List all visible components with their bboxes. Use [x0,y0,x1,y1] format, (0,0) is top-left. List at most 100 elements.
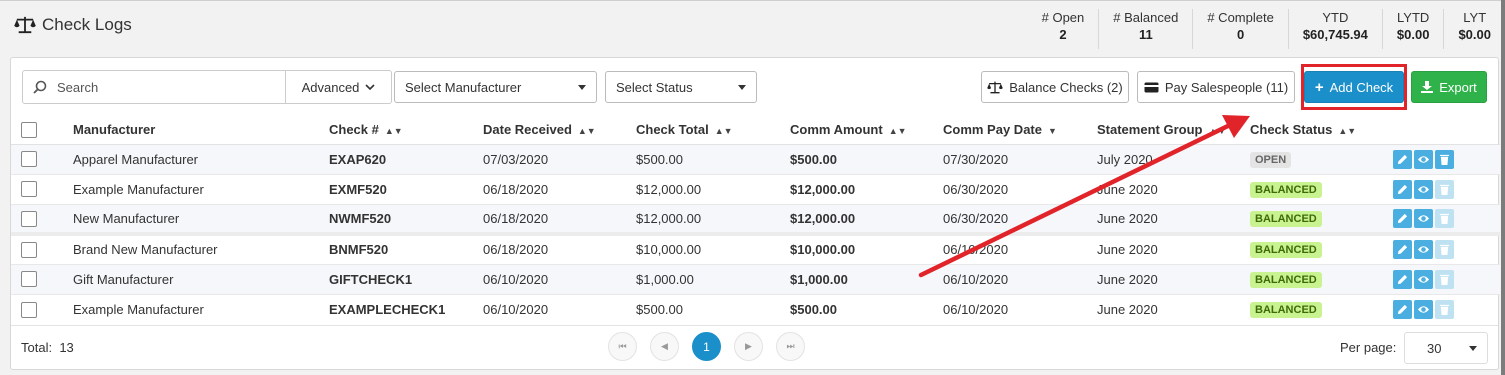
view-button[interactable] [1414,149,1433,169]
manufacturer-select[interactable]: Select Manufacturer [394,71,597,103]
table-row[interactable]: Gift Manufacturer GIFTCHECK1 06/10/2020 … [11,263,1500,294]
cell-actions [1365,293,1500,324]
add-check-label: Add Check [1329,79,1394,95]
table-row[interactable]: Example Manufacturer EXAMPLECHECK1 06/10… [11,293,1500,324]
caret-down-icon [1469,345,1477,351]
cell-check-total: $500.00 [626,143,780,174]
advanced-search-button[interactable]: Advanced [285,71,391,103]
stat-value: 0 [1236,27,1245,42]
per-page-select[interactable]: 30 [1404,332,1488,364]
edit-button[interactable] [1393,179,1412,199]
row-select-cell [11,203,63,234]
prev-page-button[interactable]: ◀ [650,332,679,361]
view-button[interactable] [1414,299,1433,319]
cell-status: BALANCED [1240,232,1365,264]
trash-icon [1439,274,1450,285]
trash-icon [1439,154,1450,165]
cell-check-number: NWMF520 [319,203,473,234]
view-button[interactable] [1414,269,1433,289]
cell-comm-amount: $1,000.00 [780,263,933,294]
last-page-button[interactable]: ⏭ [776,332,805,361]
col-comm-pay-date[interactable]: Comm Pay Date ▼ [933,116,1087,145]
total-value: 13 [59,340,74,355]
table-footer: Total: 13 ⏮ ◀ 1 ▶ ⏭ Per page: 30 [11,325,1498,369]
edit-button[interactable] [1393,240,1412,260]
stat-label: # Open [1041,10,1085,25]
row-checkbox[interactable] [21,210,37,227]
delete-button [1435,208,1454,228]
export-button[interactable]: Export [1411,71,1487,103]
table-row[interactable]: Brand New Manufacturer BNMF520 06/18/202… [11,232,1500,264]
sort-desc-icon: ▼ [1047,125,1057,136]
col-check-total[interactable]: Check Total ▲▼ [626,116,780,145]
cell-comm-pay-date: 06/10/2020 [933,263,1087,294]
cell-status: OPEN [1240,143,1365,174]
table-row[interactable]: Example Manufacturer EXMF520 06/18/2020 … [11,173,1500,204]
cell-actions [1365,263,1500,294]
stat-open: # Open 2 [1028,9,1100,49]
page-title: Check Logs [14,15,132,35]
cell-comm-amount: $12,000.00 [780,173,933,204]
row-checkbox[interactable] [21,181,37,198]
stat-label: # Balanced [1113,10,1179,25]
edit-button[interactable] [1393,208,1412,228]
toolbar: Advanced Select Manufacturer Select Stat… [11,58,1498,114]
first-page-button[interactable]: ⏮ [608,332,637,361]
view-button[interactable] [1414,179,1433,199]
view-button[interactable] [1414,240,1433,260]
row-checkbox[interactable] [21,301,37,318]
search-input[interactable] [55,78,275,96]
eye-icon [1418,275,1429,283]
table-row[interactable]: Apparel Manufacturer EXAP620 07/03/2020 … [11,143,1500,174]
download-icon [1421,81,1434,93]
pay-salespeople-button[interactable]: Pay Salespeople (11) [1137,71,1295,103]
cell-manufacturer: Brand New Manufacturer [63,232,319,264]
row-checkbox[interactable] [21,151,37,168]
cell-manufacturer: Gift Manufacturer [63,263,319,294]
select-all-checkbox[interactable] [21,122,37,139]
per-page-value: 30 [1427,340,1442,356]
search-wrap [23,71,285,103]
col-label: Statement Group [1097,122,1203,138]
eye-icon [1418,155,1429,163]
view-button[interactable] [1414,208,1433,228]
row-select-cell [11,232,63,264]
col-check-status[interactable]: Check Status ▲▼ [1240,116,1365,145]
col-comm-amount[interactable]: Comm Amount ▲▼ [780,116,933,145]
cell-statement-group: June 2020 [1087,232,1240,264]
next-page-button[interactable]: ▶ [734,332,763,361]
cell-status: BALANCED [1240,173,1365,204]
col-statement-group[interactable]: Statement Group ▲▼ [1087,116,1240,145]
pencil-icon [1397,213,1408,223]
cell-check-total: $10,000.00 [626,232,780,264]
pencil-icon [1397,245,1408,255]
col-manufacturer[interactable]: Manufacturer [63,116,319,145]
col-label: Comm Amount [790,122,883,138]
page-button-current[interactable]: 1 [692,332,721,361]
status-badge: BALANCED [1250,181,1322,198]
cell-actions [1365,203,1500,234]
cell-check-number: EXAP620 [319,143,473,174]
caret-down-icon [738,84,746,90]
col-check-number[interactable]: Check # ▲▼ [319,116,473,145]
status-badge: BALANCED [1250,210,1322,227]
status-select[interactable]: Select Status [605,71,757,103]
table-row[interactable]: New Manufacturer NWMF520 06/18/2020 $12,… [11,203,1500,234]
cell-manufacturer: New Manufacturer [63,203,319,234]
edit-button[interactable] [1393,269,1412,289]
cell-date-received: 06/10/2020 [473,293,626,324]
add-check-button[interactable]: + Add Check [1304,71,1404,103]
edit-button[interactable] [1393,149,1412,169]
balance-scale-icon [14,16,36,34]
delete-button[interactable] [1435,149,1454,169]
stat-balanced: # Balanced 11 [1099,9,1194,49]
col-date-received[interactable]: Date Received ▲▼ [473,116,626,145]
edit-button[interactable] [1393,299,1412,319]
row-checkbox[interactable] [21,271,37,288]
col-label: Comm Pay Date [943,122,1042,138]
balance-checks-button[interactable]: Balance Checks (2) [981,71,1129,103]
stat-value: $60,745.94 [1302,27,1368,42]
advanced-label: Advanced [301,79,360,95]
row-checkbox[interactable] [21,242,37,259]
eye-icon [1418,306,1429,313]
